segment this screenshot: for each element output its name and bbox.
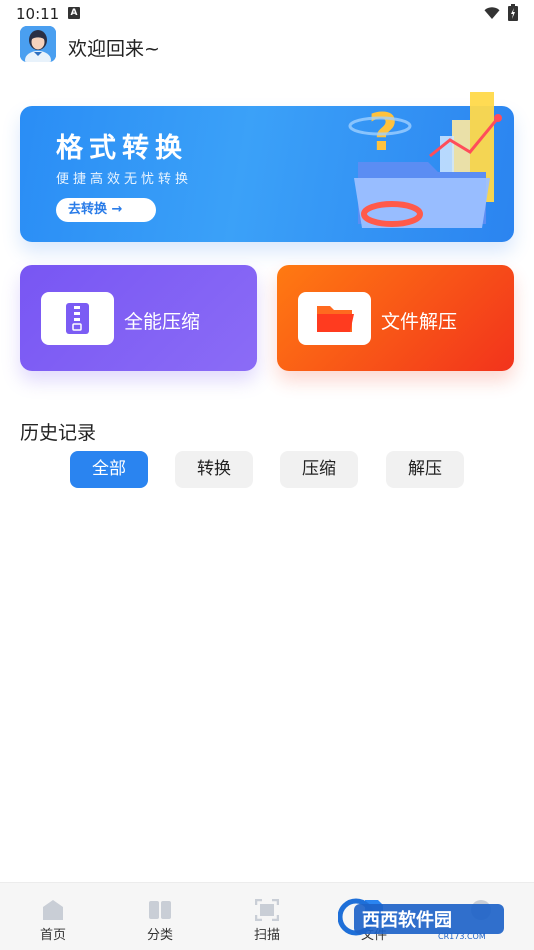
folder-icon bbox=[317, 306, 354, 332]
history-title: 历史记录 bbox=[20, 422, 97, 444]
compress-label: 全能压缩 bbox=[124, 311, 201, 333]
avatar[interactable] bbox=[20, 26, 56, 62]
nav-scan[interactable]: 扫描 bbox=[227, 883, 307, 950]
app-page: 10:11 A 欢迎回来~ 格式转换 便捷高效无忧转换 去转换 → ? 全能压缩… bbox=[0, 0, 534, 950]
wifi-icon bbox=[484, 7, 500, 19]
tab-all[interactable]: 全部 bbox=[70, 451, 148, 488]
nav-category-label: 分类 bbox=[146, 928, 173, 943]
nav-home[interactable]: 首页 bbox=[13, 883, 93, 950]
universal-compress-tile[interactable]: 全能压缩 bbox=[20, 265, 257, 371]
banner-title: 格式转换 bbox=[56, 133, 188, 164]
tab-convert[interactable]: 转换 bbox=[175, 451, 253, 488]
go-convert-button[interactable]: 去转换 → bbox=[56, 198, 156, 222]
banner-subtitle: 便捷高效无忧转换 bbox=[56, 172, 193, 187]
zip-file-icon bbox=[66, 303, 89, 334]
greeting-text: 欢迎回来~ bbox=[68, 38, 160, 60]
battery-icon bbox=[508, 4, 518, 21]
file-extract-tile[interactable]: 文件解压 bbox=[277, 265, 514, 371]
format-convert-banner[interactable]: 格式转换 便捷高效无忧转换 去转换 → ? bbox=[20, 92, 514, 242]
category-icon bbox=[149, 901, 171, 919]
folder-chart-illustration-icon: ? bbox=[348, 92, 502, 228]
status-bar: 10:11 A bbox=[0, 0, 534, 28]
watermark-text: 西西软件园 bbox=[362, 909, 452, 931]
extract-icon-box bbox=[298, 292, 371, 345]
avatar-icon bbox=[20, 26, 56, 62]
nav-home-label: 首页 bbox=[39, 928, 66, 943]
watermark-logo: 西西软件园 CR173.COM bbox=[338, 898, 504, 941]
nav-category[interactable]: 分类 bbox=[120, 883, 200, 950]
status-time: 10:11 bbox=[16, 5, 60, 23]
nav-scan-label: 扫描 bbox=[253, 928, 280, 943]
extract-label: 文件解压 bbox=[381, 311, 458, 333]
tab-compress[interactable]: 压缩 bbox=[280, 451, 358, 488]
watermark-subtext: CR173.COM bbox=[438, 932, 486, 941]
notification-icon: A bbox=[68, 7, 80, 19]
compress-icon-box bbox=[41, 292, 114, 345]
tab-extract[interactable]: 解压 bbox=[386, 451, 464, 488]
scan-icon bbox=[255, 899, 279, 921]
home-icon bbox=[43, 900, 63, 920]
